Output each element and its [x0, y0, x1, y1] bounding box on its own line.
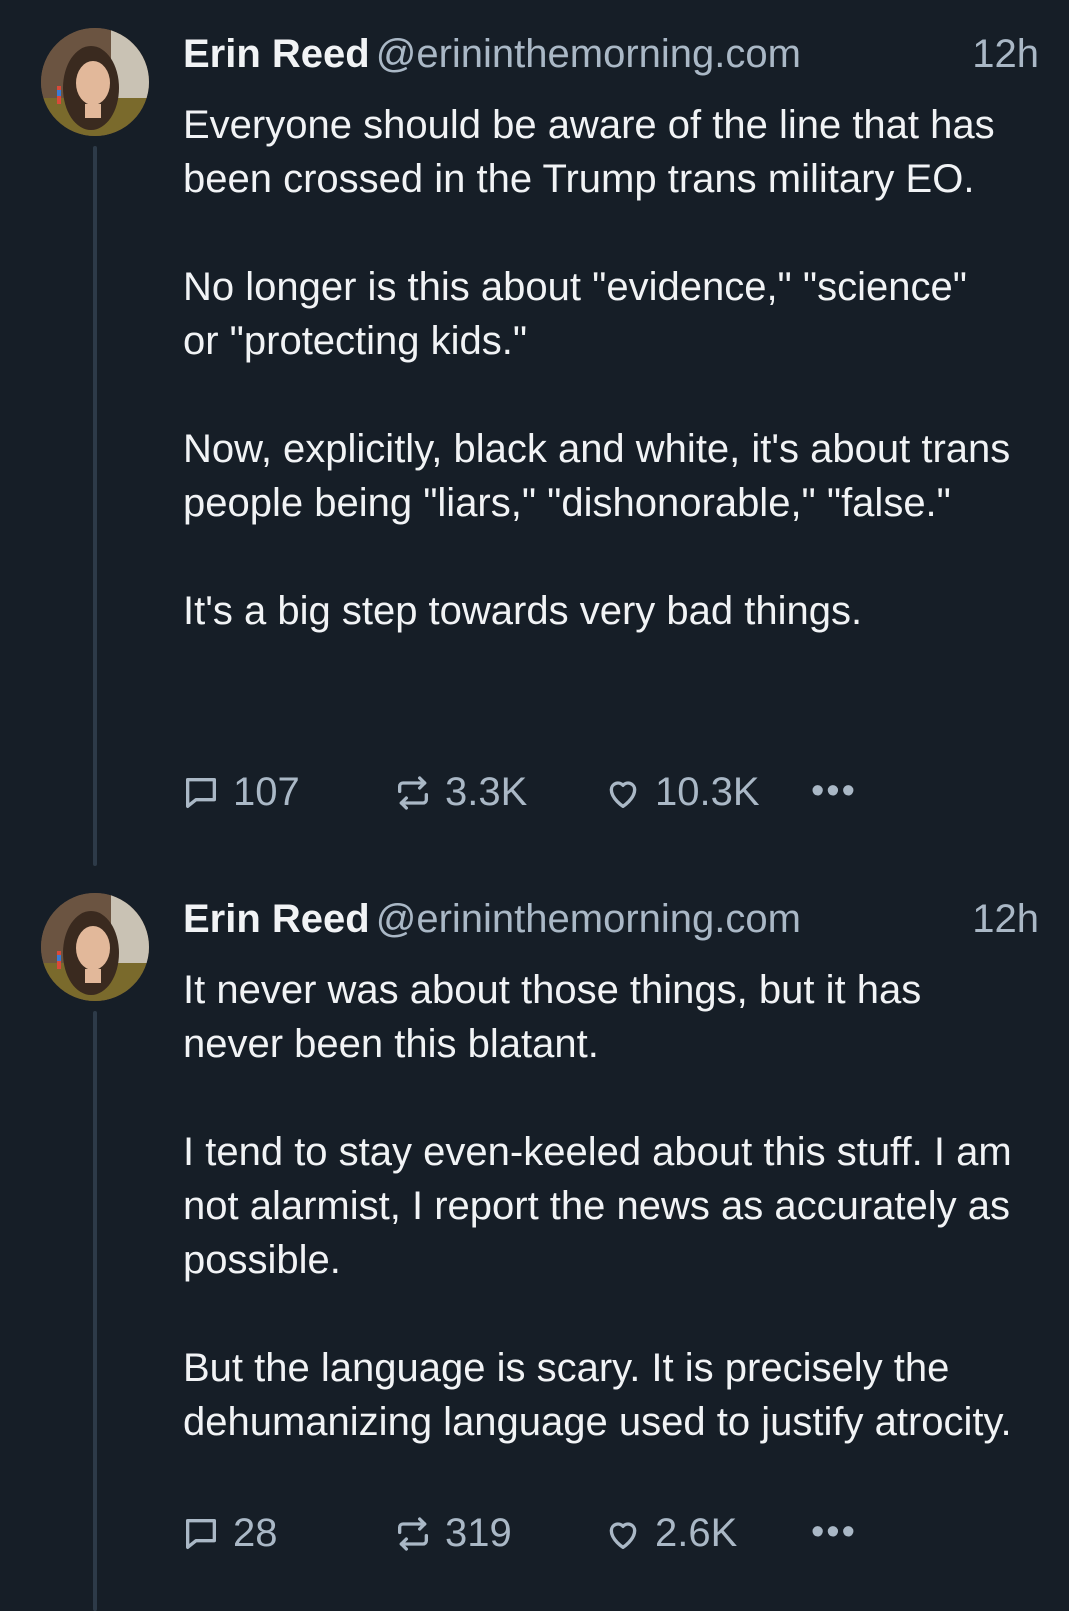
post-header: Erin Reed @erininthemorning.com 12h [183, 32, 1039, 88]
post-actions: 107 3.3K 10.3K ••• [183, 770, 903, 820]
author-handle[interactable]: @erininthemorning.com [376, 897, 801, 941]
author-name[interactable]: Erin Reed [183, 32, 370, 76]
post-2[interactable]: Erin Reed @erininthemorning.com 12h It ne… [0, 893, 1069, 1611]
post-timestamp[interactable]: 12h [972, 897, 1039, 942]
like-count: 2.6K [655, 1511, 738, 1555]
post-header: Erin Reed @erininthemorning.com 12h [183, 897, 1039, 953]
post-paragraph: It's a big step towards very bad things. [183, 589, 863, 633]
heart-icon [609, 1521, 637, 1549]
repost-button[interactable]: 3.3K [393, 770, 527, 815]
heart-icon [609, 780, 637, 808]
like-button[interactable]: 10.3K [603, 770, 760, 815]
post-body: It never was about those things, but it … [183, 963, 1013, 1449]
speech-bubble-icon [186, 777, 216, 808]
avatar[interactable] [41, 893, 149, 1001]
repost-count: 3.3K [445, 770, 528, 814]
author-name[interactable]: Erin Reed [183, 897, 370, 941]
like-count: 10.3K [655, 770, 760, 814]
reply-button[interactable]: 107 [181, 770, 300, 815]
speech-bubble-icon [186, 1518, 216, 1549]
reply-count: 28 [233, 1511, 278, 1555]
avatar[interactable] [41, 28, 149, 136]
post-paragraph: But the language is scary. It is precise… [183, 1346, 1012, 1444]
repost-count: 319 [445, 1511, 512, 1555]
more-dots-icon[interactable]: ••• [811, 1511, 857, 1554]
post-actions: 28 319 2.6K ••• [183, 1511, 903, 1561]
repost-arrows-icon [398, 775, 428, 810]
post-1[interactable]: Erin Reed @erininthemorning.com 12h Every… [0, 28, 1069, 866]
post-timestamp[interactable]: 12h [972, 32, 1039, 77]
repost-button[interactable]: 319 [393, 1511, 512, 1556]
thread-line [93, 146, 97, 866]
thread-line [93, 1011, 97, 1611]
author-handle[interactable]: @erininthemorning.com [376, 32, 801, 76]
post-paragraph: I tend to stay even-keeled about this st… [183, 1130, 1012, 1282]
post-paragraph: No longer is this about "evidence," "sci… [183, 265, 967, 363]
post-body: Everyone should be aware of the line tha… [183, 98, 1013, 638]
reply-count: 107 [233, 770, 300, 814]
like-button[interactable]: 2.6K [603, 1511, 737, 1556]
repost-arrows-icon [398, 1516, 428, 1551]
post-paragraph: Everyone should be aware of the line tha… [183, 103, 995, 201]
post-paragraph: Now, explicitly, black and white, it's a… [183, 427, 1011, 525]
more-dots-icon[interactable]: ••• [811, 770, 857, 813]
post-paragraph: It never was about those things, but it … [183, 968, 922, 1066]
reply-button[interactable]: 28 [181, 1511, 278, 1556]
